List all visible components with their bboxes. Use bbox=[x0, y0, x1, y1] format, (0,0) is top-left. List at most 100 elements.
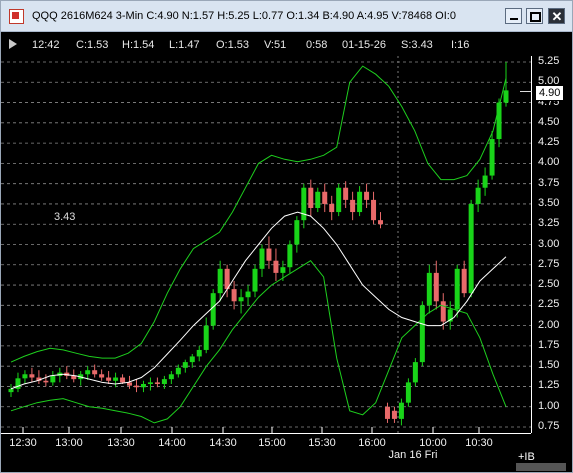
candle-body bbox=[106, 377, 112, 381]
maximize-icon bbox=[530, 12, 541, 22]
date-label: Jan 16 Fri bbox=[388, 449, 438, 461]
candle-body bbox=[161, 379, 167, 385]
info-duration: 0:58 bbox=[306, 39, 328, 51]
info-time: 12:42 bbox=[32, 39, 60, 51]
horizontal-scrollbar[interactable] bbox=[516, 463, 566, 471]
candle-body bbox=[398, 402, 404, 419]
candlestick-chart[interactable] bbox=[1, 56, 531, 433]
candle-body bbox=[231, 289, 237, 302]
time-tick-label: 13:00 bbox=[55, 437, 83, 449]
price-tick-label: 1.50 bbox=[538, 359, 560, 372]
candle-body bbox=[99, 374, 105, 378]
chart-annotation: 3.43 bbox=[54, 211, 76, 223]
candle-body bbox=[412, 362, 418, 383]
candle-body bbox=[454, 268, 460, 310]
candle-body bbox=[50, 375, 56, 383]
close-button[interactable]: ✕ bbox=[548, 8, 565, 24]
price-tick-label: 3.25 bbox=[538, 217, 560, 230]
candle-body bbox=[308, 187, 314, 208]
price-tick-label: 0.75 bbox=[538, 420, 560, 432]
candle-body bbox=[419, 305, 425, 363]
info-volume: V:51 bbox=[264, 39, 287, 51]
candle-body bbox=[280, 267, 286, 273]
play-arrow-icon[interactable] bbox=[9, 39, 17, 49]
candle-body bbox=[294, 220, 300, 245]
candle-body bbox=[168, 374, 174, 380]
price-axis-line bbox=[531, 56, 532, 433]
ib-label: +IB bbox=[518, 451, 535, 463]
candle-body bbox=[196, 349, 202, 357]
candle-body bbox=[378, 220, 384, 225]
chart-window: QQQ 2616M624 3-Min C:4.90 N:1.57 H:5.25 … bbox=[0, 0, 573, 473]
time-tick-label: 16:00 bbox=[358, 437, 386, 449]
candle-body bbox=[252, 268, 258, 292]
candle-body bbox=[92, 370, 98, 375]
candle-body bbox=[329, 203, 335, 213]
bar-info-strip: 12:42 C:1.53 H:1.54 L:1.47 O:1.53 V:51 0… bbox=[1, 32, 572, 56]
candle-body bbox=[440, 301, 446, 322]
time-tick-label: 10:30 bbox=[465, 437, 493, 449]
maximize-button[interactable] bbox=[526, 8, 543, 24]
candle-body bbox=[189, 356, 195, 363]
candle-body bbox=[85, 370, 91, 375]
close-icon: ✕ bbox=[551, 9, 563, 24]
upper-band-line bbox=[10, 65, 507, 363]
candle-body bbox=[133, 385, 139, 388]
candle-body bbox=[147, 382, 153, 385]
candle-body bbox=[8, 388, 14, 393]
candle-body bbox=[273, 260, 279, 273]
info-high: H:1.54 bbox=[122, 39, 155, 51]
candle-body bbox=[182, 362, 188, 368]
price-tick-label: 2.00 bbox=[538, 318, 560, 331]
candle-body bbox=[343, 187, 349, 200]
candle-body bbox=[287, 244, 293, 268]
candle-body bbox=[29, 374, 35, 378]
price-tick-label: 4.00 bbox=[538, 156, 560, 169]
candle-body bbox=[468, 203, 474, 294]
price-tick-label: 1.00 bbox=[538, 399, 560, 412]
price-tick-label: 4.25 bbox=[538, 136, 560, 149]
candle-body bbox=[350, 199, 356, 213]
price-tick-label: 3.50 bbox=[538, 196, 560, 209]
candle-body bbox=[238, 297, 244, 302]
candle-body bbox=[120, 377, 126, 383]
price-tick-label: 1.25 bbox=[538, 379, 560, 392]
info-low: L:1.47 bbox=[169, 39, 200, 51]
minimize-button[interactable] bbox=[505, 8, 522, 24]
info-i: I:16 bbox=[451, 39, 470, 51]
info-close: C:1.53 bbox=[76, 39, 109, 51]
time-axis-line bbox=[1, 433, 531, 434]
last-price-marker: 4.90 bbox=[535, 85, 565, 101]
price-tick-label: 1.75 bbox=[538, 338, 560, 351]
candle-body bbox=[357, 191, 363, 213]
candle-body bbox=[245, 291, 251, 298]
price-tick-label: 4.50 bbox=[538, 115, 560, 128]
price-marker-arrow bbox=[520, 91, 532, 92]
candle-body bbox=[461, 268, 467, 294]
price-tick-label: 2.50 bbox=[538, 278, 560, 291]
candle-body bbox=[154, 382, 160, 385]
price-tick-label: 2.25 bbox=[538, 298, 560, 311]
info-s: S:3.43 bbox=[401, 39, 433, 51]
info-open: O:1.53 bbox=[216, 39, 250, 51]
time-tick-label: 13:30 bbox=[107, 437, 135, 449]
candle-body bbox=[426, 272, 432, 306]
time-tick-label: 12:30 bbox=[9, 437, 37, 449]
candle-body bbox=[336, 187, 342, 213]
candle-body bbox=[391, 410, 397, 419]
candle-body bbox=[43, 380, 49, 383]
candle-body bbox=[475, 187, 481, 204]
window-title: QQQ 2616M624 3-Min C:4.90 N:1.57 H:5.25 … bbox=[32, 10, 456, 22]
price-tick-label: 2.75 bbox=[538, 257, 560, 270]
candle-body bbox=[22, 374, 28, 379]
price-tick-label: 5.25 bbox=[538, 55, 560, 67]
title-bar[interactable]: QQQ 2616M624 3-Min C:4.90 N:1.57 H:5.25 … bbox=[1, 1, 572, 32]
minimize-icon bbox=[510, 18, 518, 20]
price-tick-label: 3.00 bbox=[538, 237, 560, 250]
candle-body bbox=[489, 139, 495, 176]
time-tick-label: 14:30 bbox=[209, 437, 237, 449]
candle-body bbox=[71, 375, 77, 380]
candle-body bbox=[503, 90, 509, 103]
candle-body bbox=[217, 268, 223, 294]
time-tick-label: 14:00 bbox=[158, 437, 186, 449]
